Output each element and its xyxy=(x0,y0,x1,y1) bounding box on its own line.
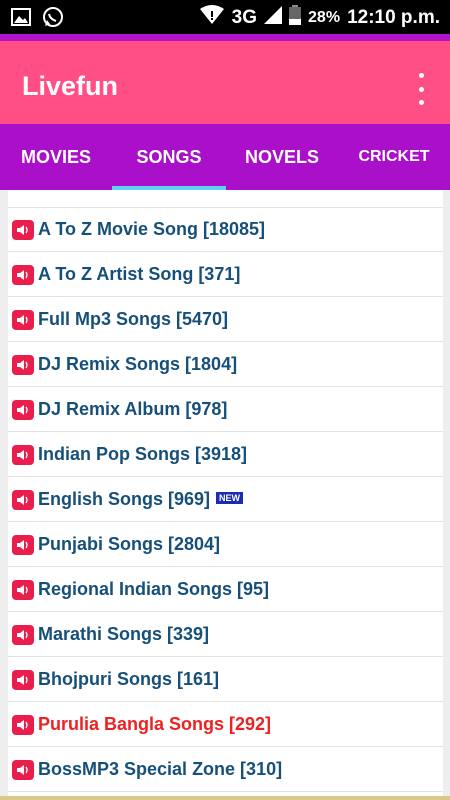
list-item[interactable]: Punjabi Songs [2804] xyxy=(8,523,443,567)
list-item-label: Indian Pop Songs [3918] xyxy=(38,444,247,465)
bottom-edge xyxy=(0,796,450,800)
list-item-label: Bhojpuri Songs [161] xyxy=(38,669,219,690)
list-item-label: A To Z Movie Song [18085] xyxy=(38,219,265,240)
list-item-text: Marathi Songs [339] xyxy=(38,624,210,644)
list-item[interactable]: Regional Indian Songs [95] xyxy=(8,568,443,612)
battery-icon xyxy=(289,5,302,31)
list-item[interactable]: BossMP3 Special Zone [310] xyxy=(8,748,443,792)
wifi-icon xyxy=(199,5,225,31)
tab-cricket[interactable]: CRICKET xyxy=(338,124,450,190)
app-bar: Livefun xyxy=(0,34,450,124)
list-item-label: English Songs [969] NEW xyxy=(38,489,244,510)
list-item[interactable]: Indian Pop Songs [3918] xyxy=(8,433,443,477)
list-item-text: DJ Remix Album [978] xyxy=(38,399,228,419)
speaker-icon xyxy=(12,219,34,240)
list-item-text: English Songs [969] xyxy=(38,489,211,509)
list-item[interactable]: DJ Remix Songs [1804] xyxy=(8,343,443,387)
list-item-text: Purulia Bangla Songs [292] xyxy=(38,714,272,734)
list-item-text: A To Z Artist Song [371] xyxy=(38,264,241,284)
list-item[interactable]: English Songs [969] NEW xyxy=(8,478,443,522)
list-item-label: Marathi Songs [339] xyxy=(38,624,209,645)
list-item-text: BossMP3 Special Zone [310] xyxy=(38,759,283,779)
speaker-icon xyxy=(12,264,34,285)
speaker-icon xyxy=(12,399,34,420)
list-item[interactable]: A To Z Artist Song [371] xyxy=(8,253,443,297)
list-item-label: Full Mp3 Songs [5470] xyxy=(38,309,228,330)
list-item-text: Bhojpuri Songs [161] xyxy=(38,669,220,689)
tab-bar: MOVIES SONGS NOVELS CRICKET xyxy=(0,124,450,190)
list-item-partial[interactable] xyxy=(8,190,443,208)
battery-percent: 28% xyxy=(308,9,341,26)
list-item-text: Indian Pop Songs [3918] xyxy=(38,444,248,464)
list-item-label: BossMP3 Special Zone [310] xyxy=(38,759,282,780)
network-type: 3G xyxy=(231,7,258,28)
list-item[interactable]: Purulia Bangla Songs [292] xyxy=(8,703,443,747)
speaker-icon xyxy=(12,669,34,690)
clock: 12:10 p.m. xyxy=(347,7,440,28)
list-item-label: Punjabi Songs [2804] xyxy=(38,534,220,555)
list-item-label: Purulia Bangla Songs [292] xyxy=(38,714,271,735)
list-item[interactable]: DJ Remix Album [978] xyxy=(8,388,443,432)
speaker-icon xyxy=(12,444,34,465)
tab-novels[interactable]: NOVELS xyxy=(226,124,338,190)
list-item-text: A To Z Movie Song [18085] xyxy=(38,219,266,239)
list-item[interactable]: Bhojpuri Songs [161] xyxy=(8,658,443,702)
list-item[interactable]: A To Z Movie Song [18085] xyxy=(8,208,443,252)
speaker-icon xyxy=(12,309,34,330)
speaker-icon xyxy=(12,759,34,780)
whatsapp-icon xyxy=(42,6,64,28)
list-item-label: DJ Remix Songs [1804] xyxy=(38,354,237,375)
list-item-label: Regional Indian Songs [95] xyxy=(38,579,269,600)
list-item-text: Regional Indian Songs [95] xyxy=(38,579,270,599)
list-item-text: Punjabi Songs [2804] xyxy=(38,534,221,554)
tab-songs[interactable]: SONGS xyxy=(112,124,226,190)
status-bar: 3G 28% 12:10 p.m. xyxy=(0,0,450,34)
list-item-text: DJ Remix Songs [1804] xyxy=(38,354,238,374)
list-item-label: DJ Remix Album [978] xyxy=(38,399,227,420)
list-item[interactable]: Marathi Songs [339] xyxy=(8,613,443,657)
gallery-icon xyxy=(10,6,32,28)
songs-category-list[interactable]: A To Z Movie Song [18085] A To Z Artist S… xyxy=(8,190,443,800)
signal-icon xyxy=(264,6,283,30)
list-item-label: A To Z Artist Song [371] xyxy=(38,264,240,285)
speaker-icon xyxy=(12,624,34,645)
app-title: Livefun xyxy=(22,71,119,101)
speaker-icon xyxy=(12,354,34,375)
tab-movies[interactable]: MOVIES xyxy=(0,124,112,190)
new-badge: NEW xyxy=(216,492,244,505)
list-item[interactable]: Full Mp3 Songs [5470] xyxy=(8,298,443,342)
speaker-icon xyxy=(12,534,34,555)
overflow-menu-icon[interactable] xyxy=(414,73,428,105)
speaker-icon xyxy=(12,489,34,510)
list-item-text: Full Mp3 Songs [5470] xyxy=(38,309,229,329)
speaker-icon xyxy=(12,714,34,735)
speaker-icon xyxy=(12,579,34,600)
